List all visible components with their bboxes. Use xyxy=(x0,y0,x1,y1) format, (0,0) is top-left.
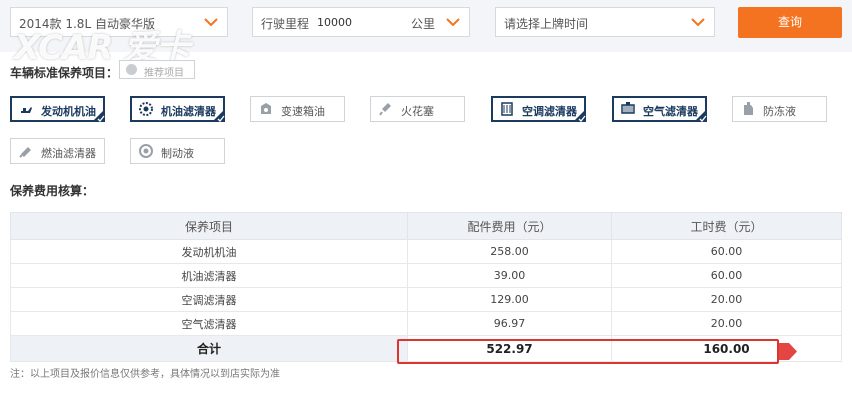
row-labor-cost: 20.00 xyxy=(611,311,842,336)
row-item: 机油滤清器 xyxy=(10,263,408,288)
maintenance-item-chip[interactable]: 火花塞 xyxy=(370,96,465,122)
mileage-label: 行驶里程 xyxy=(261,17,310,31)
oil-can-icon xyxy=(21,107,32,113)
maintenance-item-label: 制动液 xyxy=(161,147,194,160)
maintenance-item-chip[interactable]: 空调滤清器 xyxy=(491,96,586,122)
gearbox-oil-icon xyxy=(261,103,271,114)
table-row: 空调滤清器 129.00 20.00 xyxy=(10,287,842,312)
maintenance-item-label: 发动机机油 xyxy=(41,105,96,118)
header-item: 保养项目 xyxy=(10,212,408,240)
spark-plug-icon xyxy=(379,103,391,116)
disclaimer-note: 注：以上项目及报价信息仅供参考，具体情况以到店实际为准 xyxy=(10,369,280,380)
recommended-label: 推荐项目 xyxy=(144,68,184,79)
row-item: 空气滤清器 xyxy=(10,311,408,336)
table-row: 机油滤清器 39.00 60.00 xyxy=(10,263,842,288)
row-item: 空调滤清器 xyxy=(10,287,408,312)
maintenance-item-label: 防冻液 xyxy=(763,105,796,118)
query-button[interactable]: 查询 xyxy=(738,7,842,38)
table-row: 空气滤清器 96.97 20.00 xyxy=(10,311,842,336)
chevron-down-icon xyxy=(204,18,218,27)
row-parts-cost: 129.00 xyxy=(407,287,612,312)
row-labor-cost: 20.00 xyxy=(611,287,842,312)
ac-filter-icon xyxy=(501,102,513,116)
maintenance-item-chip[interactable]: 发动机机油 xyxy=(10,96,105,122)
oil-filter-icon xyxy=(139,102,153,116)
row-labor-cost: 60.00 xyxy=(611,239,842,264)
maintenance-item-label: 空气滤清器 xyxy=(643,105,698,118)
total-highlight-box xyxy=(397,339,779,364)
highlight-arrow-icon xyxy=(779,343,797,360)
brake-fluid-icon xyxy=(139,144,153,158)
row-parts-cost: 96.97 xyxy=(407,311,612,336)
check-circle-icon xyxy=(126,64,137,75)
header-parts-cost: 配件费用（元） xyxy=(407,212,612,240)
maintenance-item-chip[interactable]: 空气滤清器 xyxy=(612,96,707,122)
registration-date-placeholder: 请选择上牌时间 xyxy=(504,17,589,31)
mileage-unit: 公里 xyxy=(410,17,435,31)
table-header-row: 保养项目 配件费用（元） 工时费（元） xyxy=(10,212,842,240)
maintenance-item-chip[interactable]: 制动液 xyxy=(130,138,225,164)
maintenance-item-chip[interactable]: 燃油滤清器 xyxy=(10,138,105,164)
fuel-filter-icon xyxy=(19,147,31,158)
mileage-field[interactable]: 行驶里程 10000 公里 xyxy=(252,7,470,37)
maintenance-item-label: 燃油滤清器 xyxy=(41,147,96,160)
maintenance-item-label: 机油滤清器 xyxy=(161,105,216,118)
row-parts-cost: 39.00 xyxy=(407,263,612,288)
mileage-input[interactable]: 10000 xyxy=(317,16,352,29)
maintenance-item-label: 火花塞 xyxy=(401,105,434,118)
maintenance-item-chip[interactable]: 防冻液 xyxy=(732,96,827,122)
chevron-down-icon xyxy=(691,18,705,27)
row-parts-cost: 258.00 xyxy=(407,239,612,264)
standard-items-title: 车辆标准保养项目： xyxy=(10,66,119,80)
registration-date-select[interactable]: 请选择上牌时间 xyxy=(495,7,715,37)
maintenance-item-label: 空调滤清器 xyxy=(522,105,577,118)
header-labor-cost: 工时费（元） xyxy=(611,212,842,240)
cost-section-title: 保养费用核算： xyxy=(10,184,95,198)
maintenance-item-chip[interactable]: 变速箱油 xyxy=(250,96,345,122)
total-label: 合计 xyxy=(10,335,408,362)
chevron-down-icon xyxy=(446,18,460,27)
air-filter-icon xyxy=(621,102,635,114)
row-item: 发动机机油 xyxy=(10,239,408,264)
antifreeze-icon xyxy=(744,102,753,115)
row-labor-cost: 60.00 xyxy=(611,263,842,288)
maintenance-item-label: 变速箱油 xyxy=(281,105,325,118)
table-row: 发动机机油 258.00 60.00 xyxy=(10,239,842,264)
maintenance-item-chip[interactable]: 机油滤清器 xyxy=(130,96,225,122)
recommended-items-legend: 推荐项目 xyxy=(119,60,195,79)
